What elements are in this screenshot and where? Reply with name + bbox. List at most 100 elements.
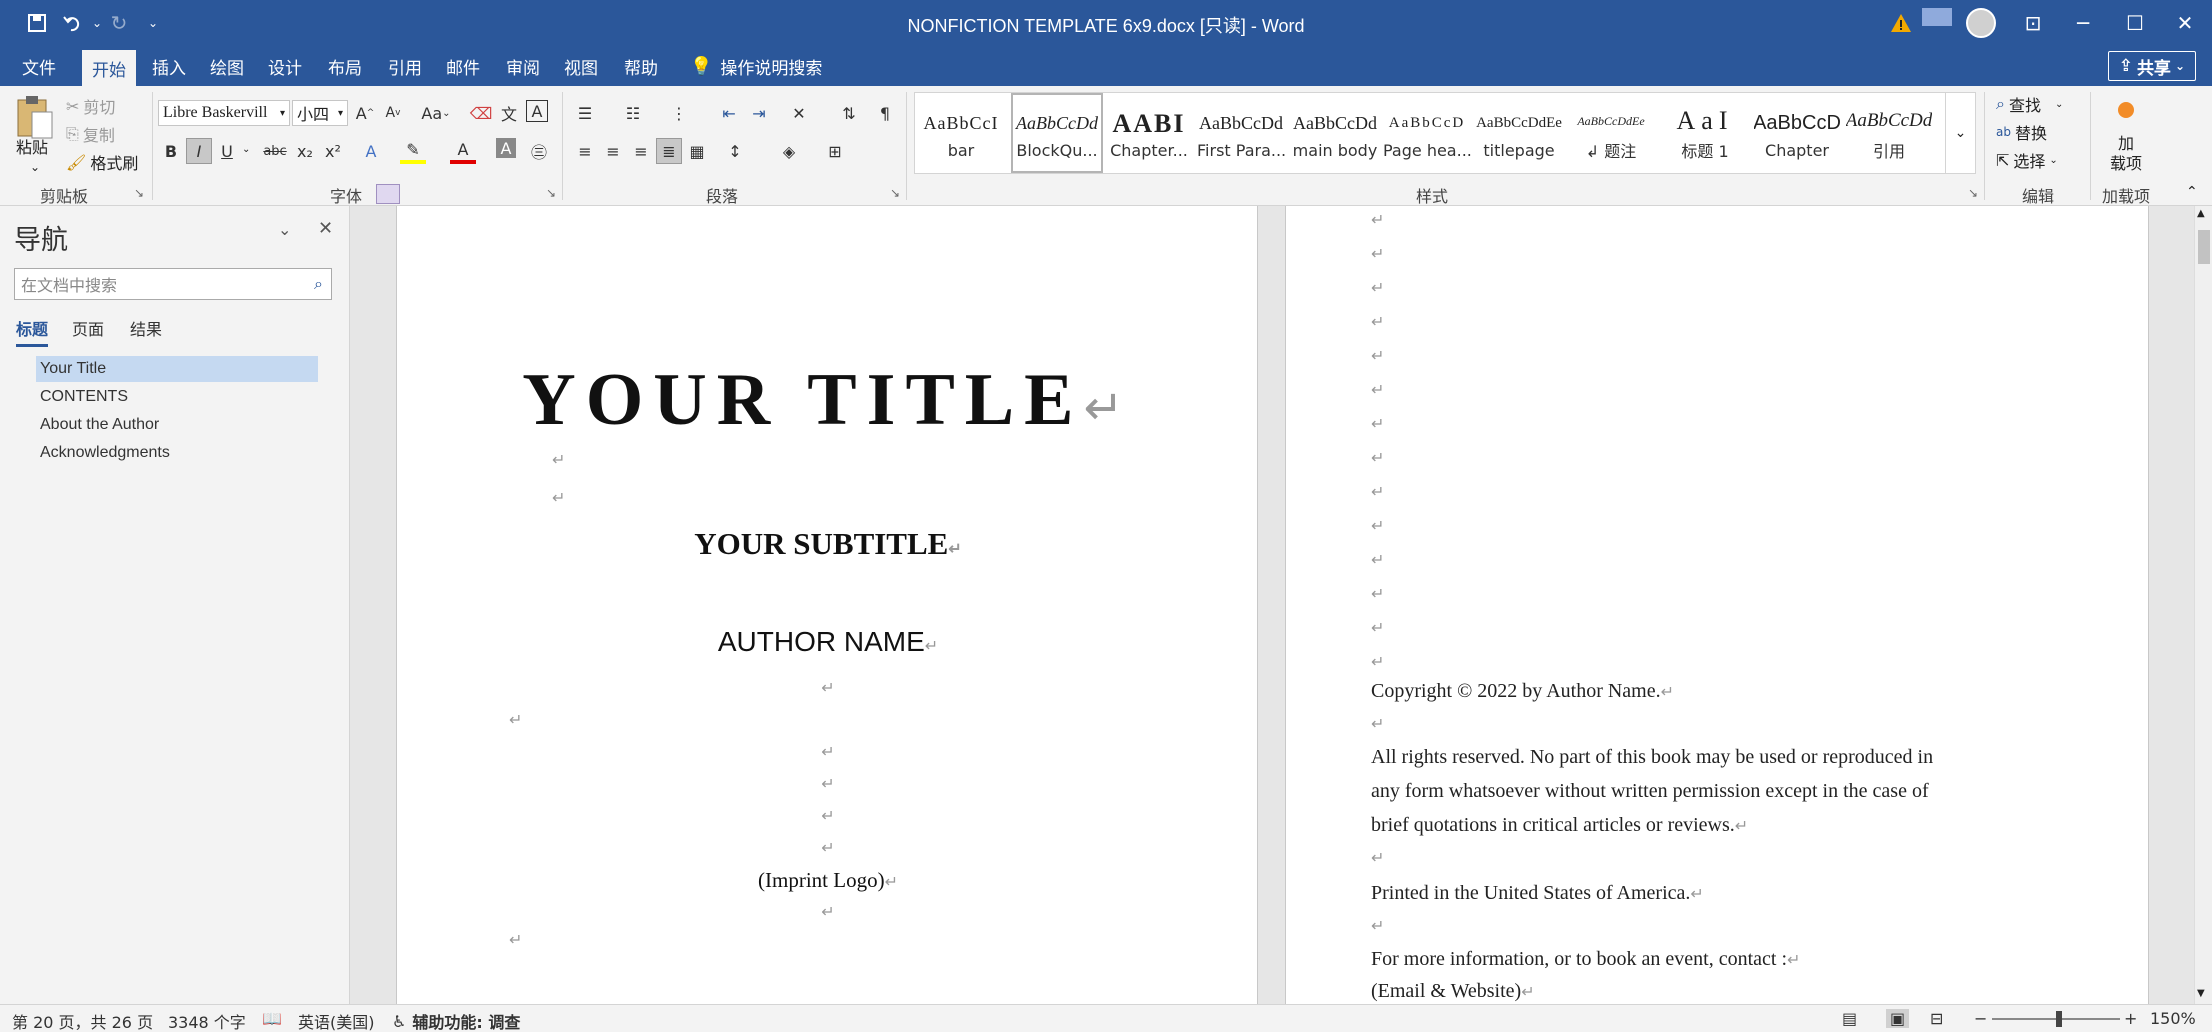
- proofing-icon[interactable]: 📖: [262, 1009, 282, 1028]
- select-button[interactable]: ⇱ 选择 ⌄: [1996, 148, 2058, 172]
- tell-me-search[interactable]: 💡 操作说明搜索: [680, 46, 832, 86]
- find-button[interactable]: ⌕ 查找 ⌄: [1996, 92, 2063, 116]
- style-quote[interactable]: AaBbCcDd 引用: [1843, 93, 1935, 173]
- style-chapter[interactable]: AaBbCcD Chapter: [1751, 93, 1843, 173]
- ribbon-display-icon[interactable]: ⊡: [2008, 6, 2058, 40]
- style-heading-1[interactable]: AaI 标题 1: [1659, 93, 1751, 173]
- web-layout-icon[interactable]: ⊟: [1930, 1009, 1943, 1028]
- font-name-combo[interactable]: Libre Baskervill ▾: [158, 100, 290, 126]
- strikethrough-button[interactable]: abc: [262, 138, 288, 164]
- style-page-header[interactable]: AaBbCcD Page hea...: [1381, 93, 1473, 173]
- style-titlepage[interactable]: AaBbCcDdEe titlepage: [1473, 93, 1565, 173]
- borders-icon[interactable]: ⊞: [822, 138, 848, 164]
- bold-button[interactable]: B: [158, 138, 184, 164]
- nav-tab-results[interactable]: 结果: [130, 316, 162, 340]
- font-launcher-icon[interactable]: ↘: [546, 186, 556, 200]
- page-count[interactable]: 第 20 页，共 26 页: [12, 1009, 153, 1032]
- multilevel-list-icon[interactable]: ⋮: [666, 100, 692, 126]
- font-size-combo[interactable]: 小四 ▾: [292, 100, 348, 126]
- superscript-button[interactable]: x²: [320, 138, 346, 164]
- tab-references[interactable]: 引用: [378, 46, 432, 86]
- paste-label[interactable]: 粘贴: [16, 134, 48, 158]
- heading-item[interactable]: About the Author: [36, 412, 318, 438]
- addins-button[interactable]: 加 载项: [2110, 134, 2146, 174]
- word-count[interactable]: 3348 个字: [168, 1009, 246, 1032]
- clipboard-launcher-icon[interactable]: ↘: [134, 186, 144, 200]
- cut-button[interactable]: ✂ 剪切: [66, 94, 115, 118]
- addins-icon[interactable]: [2118, 102, 2134, 118]
- tab-view[interactable]: 视图: [554, 46, 608, 86]
- grow-font-icon[interactable]: A ^: [352, 100, 378, 126]
- sort-icon[interactable]: ⇅: [836, 100, 862, 126]
- collapse-ribbon-icon[interactable]: ⌃: [2186, 184, 2198, 200]
- align-right-icon[interactable]: ≡: [628, 138, 654, 164]
- show-marks-icon[interactable]: ¶: [872, 100, 898, 126]
- zoom-out-icon[interactable]: −: [1974, 1009, 1987, 1028]
- enclose-characters-icon[interactable]: ㊂: [526, 138, 552, 164]
- tab-home[interactable]: 开始: [82, 50, 136, 86]
- zoom-slider-thumb[interactable]: [2056, 1011, 2062, 1027]
- replace-button[interactable]: ab 替换: [1996, 120, 2047, 144]
- increase-indent-icon[interactable]: ⇥: [746, 100, 772, 126]
- character-border-icon[interactable]: A: [526, 100, 548, 122]
- heading-item[interactable]: CONTENTS: [36, 384, 318, 410]
- styles-launcher-icon[interactable]: ↘: [1968, 186, 1978, 200]
- tab-insert[interactable]: 插入: [142, 46, 196, 86]
- warning-icon[interactable]: [1890, 12, 1912, 34]
- bullets-icon[interactable]: ☰: [572, 100, 598, 126]
- maximize-icon[interactable]: ☐: [2110, 6, 2160, 40]
- vertical-scrollbar[interactable]: ▲ ▼: [2194, 206, 2212, 1004]
- align-left-icon[interactable]: ≡: [572, 138, 598, 164]
- justify-icon[interactable]: ≣: [656, 138, 682, 164]
- zoom-level[interactable]: 150%: [2150, 1009, 2196, 1028]
- search-icon[interactable]: ⌕: [314, 274, 323, 294]
- shading-icon[interactable]: ◈: [776, 138, 802, 164]
- page-copyright-page[interactable]: ↵ ↵ ↵ ↵ ↵ ↵ ↵ ↵ ↵ ↵ ↵ ↵ ↵ ↵ Copyright © …: [1285, 206, 2149, 1004]
- paste-dropdown-icon[interactable]: ⌄: [30, 160, 40, 174]
- style-bar[interactable]: AaBbCcI bar: [915, 93, 1007, 173]
- clear-format-icon[interactable]: ⌫: [468, 100, 494, 126]
- italic-button[interactable]: I: [186, 138, 212, 164]
- tab-layout[interactable]: 布局: [318, 46, 372, 86]
- phonetic-guide-icon[interactable]: 文: [496, 100, 522, 126]
- numbering-icon[interactable]: ☷: [620, 100, 646, 126]
- share-button[interactable]: ⇪ 共享 ⌄: [2107, 51, 2196, 81]
- style-main-body[interactable]: AaBbCcDd main body: [1289, 93, 1381, 173]
- align-center-icon[interactable]: ≡: [600, 138, 626, 164]
- zoom-in-icon[interactable]: +: [2124, 1009, 2137, 1028]
- close-icon[interactable]: ✕: [2160, 6, 2210, 40]
- chevron-down-icon[interactable]: ⌄: [242, 144, 250, 155]
- scroll-up-icon[interactable]: ▲: [2197, 208, 2205, 219]
- shrink-font-icon[interactable]: Av: [380, 100, 406, 126]
- heading-item[interactable]: Acknowledgments: [36, 440, 318, 466]
- underline-button[interactable]: U: [214, 138, 240, 164]
- nav-tab-pages[interactable]: 页面: [72, 316, 104, 340]
- style-chapter-title[interactable]: AABI Chapter...: [1103, 93, 1195, 173]
- avatar[interactable]: [1966, 8, 1996, 38]
- heading-item[interactable]: Your Title: [36, 356, 318, 382]
- tab-help[interactable]: 帮助: [614, 46, 668, 86]
- tab-review[interactable]: 审阅: [496, 46, 550, 86]
- styles-more-icon[interactable]: ⌄: [1945, 93, 1975, 173]
- paragraph-launcher-icon[interactable]: ↘: [890, 186, 900, 200]
- nav-options-icon[interactable]: ⌄: [278, 220, 291, 239]
- change-case-button[interactable]: Aa ⌄: [416, 100, 456, 126]
- language[interactable]: 英语(美国): [298, 1009, 375, 1032]
- distributed-icon[interactable]: ▦: [684, 138, 710, 164]
- print-layout-icon[interactable]: ▣: [1886, 1009, 1910, 1028]
- scroll-down-icon[interactable]: ▼: [2197, 988, 2205, 999]
- decrease-indent-icon[interactable]: ⇤: [716, 100, 742, 126]
- font-color-icon[interactable]: A: [450, 138, 476, 164]
- minimize-icon[interactable]: ─: [2058, 6, 2108, 40]
- page-title-page[interactable]: YOUR TITLE↵ ↵ ↵ YOUR SUBTITLE↵ AUTHOR NA…: [396, 206, 1258, 1004]
- format-painter-button[interactable]: 🖌 格式刷: [66, 150, 138, 174]
- character-shading-icon[interactable]: A: [496, 138, 516, 158]
- text-effects-icon[interactable]: A: [358, 138, 384, 164]
- asian-layout-icon[interactable]: ✕: [786, 100, 812, 126]
- tab-file[interactable]: 文件: [12, 46, 66, 86]
- read-mode-icon[interactable]: ▤: [1842, 1009, 1857, 1028]
- tab-design[interactable]: 设计: [258, 46, 312, 86]
- accessibility-button[interactable]: ♿ 辅助功能: 调查: [392, 1009, 520, 1032]
- subscript-button[interactable]: x₂: [292, 138, 318, 164]
- search-input[interactable]: 在文档中搜索 ⌕: [14, 268, 332, 300]
